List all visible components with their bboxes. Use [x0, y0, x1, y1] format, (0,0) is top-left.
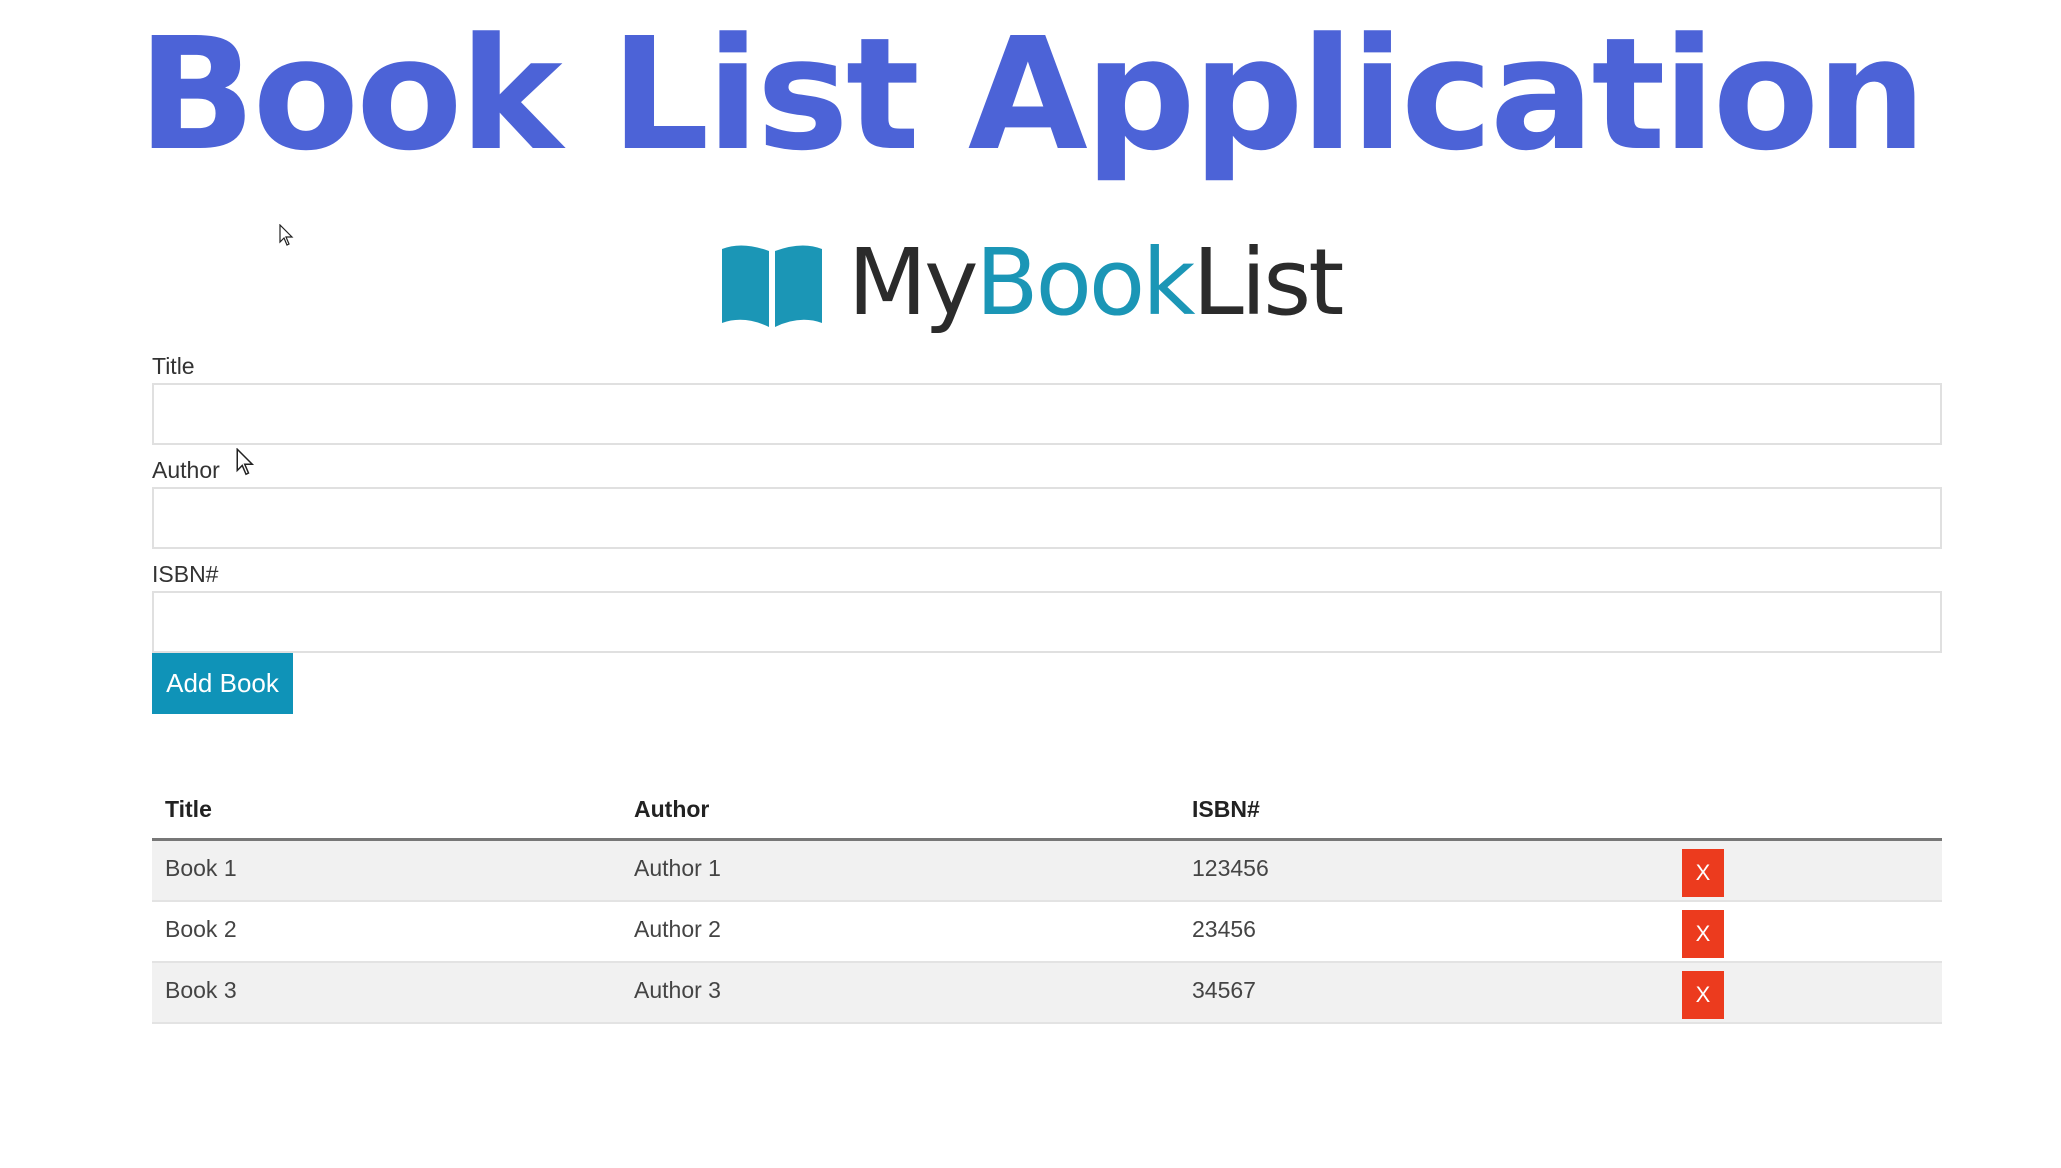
- add-book-button[interactable]: Add Book: [152, 653, 293, 714]
- delete-button[interactable]: X: [1682, 970, 1724, 1019]
- open-book-icon: [721, 244, 822, 327]
- mouse-cursor-icon: [236, 448, 255, 476]
- app-logo: MyBookList: [0, 225, 2061, 340]
- column-header-author: Author: [621, 780, 1179, 841]
- table-header: Title Author ISBN#: [152, 780, 1942, 841]
- cell-title: Book 3: [152, 961, 621, 1024]
- mouse-cursor-icon: [279, 224, 294, 246]
- author-input[interactable]: [152, 487, 1942, 549]
- table-body: Book 1 Author 1 123456 X Book 2 Author 2…: [152, 839, 1942, 1024]
- cell-actions: X: [1669, 839, 1942, 902]
- page: Book List Application MyBookList Title A…: [0, 0, 2061, 1168]
- column-header-isbn: ISBN#: [1179, 780, 1669, 841]
- page-title: Book List Application: [137, 4, 1926, 185]
- isbn-input[interactable]: [152, 591, 1942, 653]
- column-header-actions: [1669, 780, 1942, 841]
- cell-isbn: 23456: [1179, 900, 1669, 963]
- cell-author: Author 2: [621, 900, 1179, 963]
- cell-author: Author 3: [621, 961, 1179, 1024]
- table-header-row: Title Author ISBN#: [152, 780, 1942, 841]
- cell-title: Book 2: [152, 900, 621, 963]
- delete-button[interactable]: X: [1682, 909, 1724, 958]
- author-label: Author: [152, 457, 220, 483]
- cell-isbn: 34567: [1179, 961, 1669, 1024]
- table-row: Book 1 Author 1 123456 X: [152, 839, 1942, 902]
- column-header-title: Title: [152, 780, 621, 841]
- title-input[interactable]: [152, 383, 1942, 445]
- logo-wordmark: MyBookList: [847, 225, 1345, 340]
- cell-actions: X: [1669, 900, 1942, 963]
- isbn-label: ISBN#: [152, 561, 219, 587]
- cell-actions: X: [1669, 961, 1942, 1024]
- logo-text-list: List: [1192, 229, 1344, 336]
- cell-author: Author 1: [621, 839, 1179, 902]
- table-row: Book 3 Author 3 34567 X: [152, 961, 1942, 1024]
- title-label: Title: [152, 353, 195, 379]
- table-row: Book 2 Author 2 23456 X: [152, 900, 1942, 963]
- logo-text-my: My: [847, 229, 979, 336]
- delete-button[interactable]: X: [1682, 849, 1724, 897]
- book-form: Title Author ISBN# Add Book: [152, 350, 1942, 714]
- book-list-table: Title Author ISBN# Book 1 Author 1 12345…: [152, 780, 1942, 1024]
- cell-isbn: 123456: [1179, 839, 1669, 902]
- cell-title: Book 1: [152, 839, 621, 902]
- logo-text-book: Book: [975, 229, 1196, 336]
